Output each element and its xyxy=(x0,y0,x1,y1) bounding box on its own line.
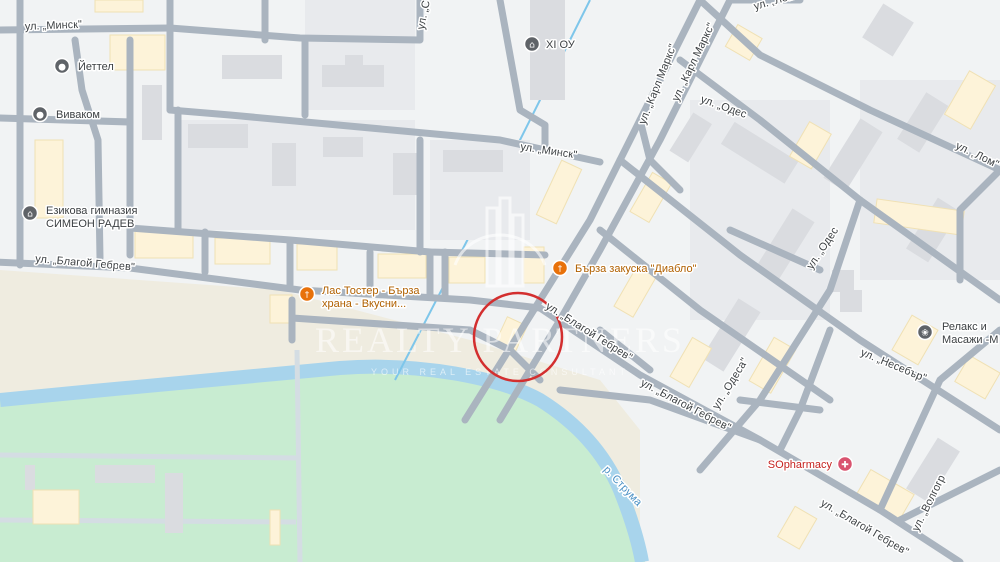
poi-label: Масажи -М xyxy=(942,334,998,346)
poi-diablo[interactable]: † Бърза закуска "Диабло" xyxy=(551,259,698,277)
poi-label: храна - Вкусни... xyxy=(322,298,406,310)
street-label-minsk-w: ул. „Минск" xyxy=(25,19,83,33)
map-canvas[interactable]: REALTY PARTNERS YOUR REAL ESTATE CONSULT… xyxy=(0,0,1000,562)
poi-label: Бърза закуска "Диабло" xyxy=(575,263,697,275)
spa-icon-glyph: ❀ xyxy=(921,329,929,339)
school-icon-glyph: ⌂ xyxy=(27,210,33,220)
poi-sopharmacy[interactable]: ✚ SOpharmacy xyxy=(766,455,854,473)
poi-label: Йеттел xyxy=(78,60,114,73)
poi-xi-ou[interactable]: ⌂ XI ОУ xyxy=(523,35,577,53)
poi-label: СИМЕОН РАДЕВ xyxy=(46,218,134,230)
school-icon-glyph: ⌂ xyxy=(529,41,535,51)
shop-icon-glyph: ● xyxy=(36,111,44,121)
poi-yettel[interactable]: ● Йеттел xyxy=(53,57,115,75)
pharmacy-icon-glyph: ✚ xyxy=(841,461,849,471)
poi-label: SOpharmacy xyxy=(768,459,833,471)
shop-icon-glyph: ● xyxy=(58,63,66,73)
poi-label: XI ОУ xyxy=(546,39,576,51)
watermark-subtitle: YOUR REAL ESTATE CONSULTANT xyxy=(371,367,629,377)
restaurant-icon-glyph: † xyxy=(305,291,310,301)
poi-label: Виваком xyxy=(56,109,100,121)
poi-label: Езикова гимназия xyxy=(46,205,137,217)
poi-label: Релакс и xyxy=(942,321,987,333)
poi-label: Лас Тостер - Бърза xyxy=(322,285,420,297)
poi-vivacom[interactable]: ● Виваком xyxy=(31,105,101,123)
restaurant-icon-glyph: † xyxy=(558,265,563,275)
